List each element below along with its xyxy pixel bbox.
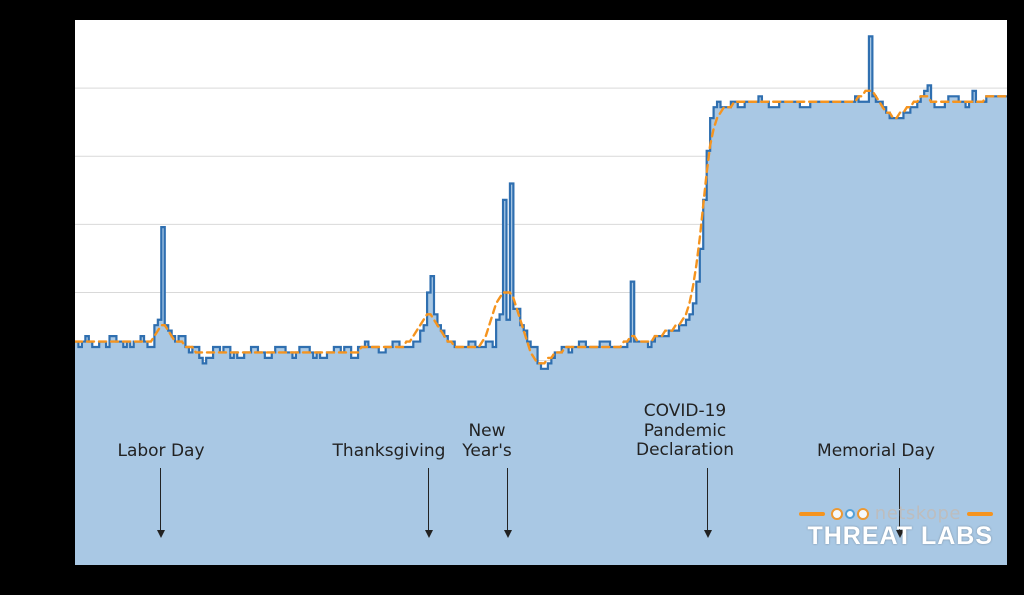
- annotation-covid: COVID-19 Pandemic Declaration: [636, 402, 734, 461]
- annotation-label-line: Pandemic: [644, 421, 727, 441]
- annotation-label-line: Year's: [462, 441, 512, 461]
- plot-area: Labor Day Thanksgiving New Year's COVID-…: [75, 20, 1007, 565]
- annotation-label: Thanksgiving: [333, 441, 446, 461]
- annotation-label-line: COVID-19: [644, 401, 726, 421]
- annotation-labor-day: Labor Day: [117, 442, 204, 462]
- chart-svg: [75, 20, 1007, 565]
- chart-frame: Labor Day Thanksgiving New Year's COVID-…: [0, 0, 1024, 595]
- annotation-label: Memorial Day: [817, 441, 935, 461]
- annotation-label-line: Declaration: [636, 440, 734, 460]
- annotation-new-years: New Year's: [462, 422, 512, 461]
- annotation-label: Labor Day: [117, 441, 204, 461]
- annotation-label-line: New: [468, 421, 505, 441]
- annotation-memorial-day: Memorial Day: [817, 442, 935, 462]
- annotation-thanksgiving: Thanksgiving: [333, 442, 446, 462]
